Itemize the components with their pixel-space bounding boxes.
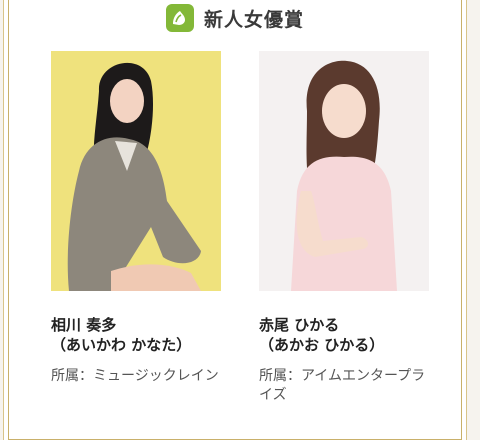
winner-photo (51, 51, 221, 291)
winner-kana: （あかお ひかる） (259, 336, 385, 354)
winner-card: 相川 奏多 （あいかわ かなた） 所属：ミュージックレイン (51, 51, 221, 386)
award-panel: 新人女優賞 相川 奏多 （あいかわ かなた） 所属：ミュージックレイン 赤尾 ひ… (8, 0, 462, 440)
section-title: 新人女優賞 (203, 8, 304, 31)
winner-agency: 所属：ミュージックレイン (51, 368, 219, 384)
winner-card: 赤尾 ひかる （あかお ひかる） 所属：アイムエンタープライズ (259, 51, 429, 405)
award-header: 新人女優賞 (9, 3, 461, 33)
award-icon (165, 4, 194, 32)
winner-photo (259, 51, 429, 291)
winner-kana: （あいかわ かなた） (51, 336, 192, 354)
winner-agency: 所属：アイムエンタープライズ (259, 368, 426, 403)
winner-name: 赤尾 ひかる (259, 316, 340, 334)
winner-name: 相川 奏多 (51, 316, 117, 334)
